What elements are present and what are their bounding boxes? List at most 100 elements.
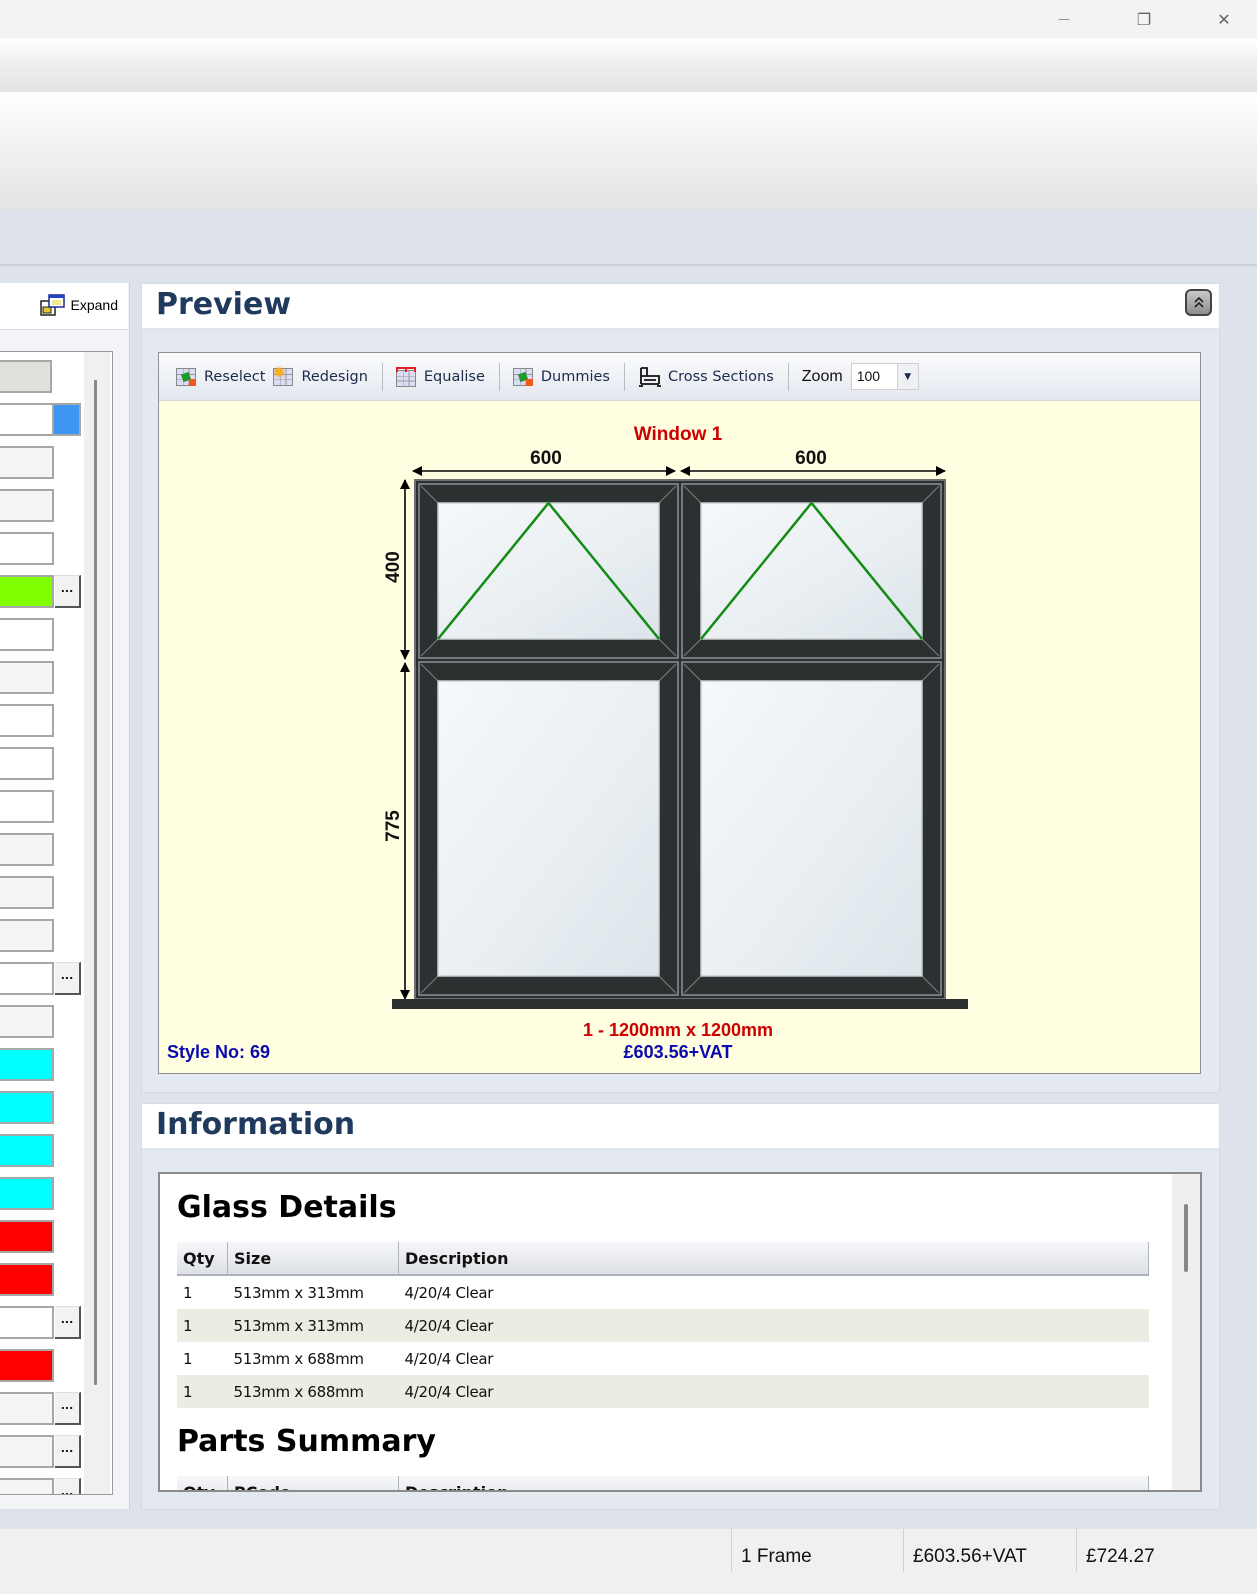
preview-toolbar: Reselect Redesign Equalise Dummies Cross… xyxy=(159,353,1200,401)
option-field[interactable] xyxy=(0,618,54,651)
qty-cell: 1 xyxy=(183,1283,193,1302)
table-row: 1 513mm x 313mm 4/20/4 Clear xyxy=(177,1275,1149,1309)
status-frame-count: 1 Frame xyxy=(731,1529,903,1572)
column-header-description: Description xyxy=(398,1476,1149,1490)
information-content: Glass Details Qty Size Description 1 513m… xyxy=(158,1172,1202,1492)
redesign-button[interactable]: Redesign xyxy=(273,367,368,387)
reselect-button[interactable]: Reselect xyxy=(176,367,265,387)
description-cell: 4/20/4 Clear xyxy=(398,1375,1149,1408)
option-field[interactable] xyxy=(0,1134,54,1167)
glass-pane xyxy=(700,502,923,640)
ribbon-footer xyxy=(0,210,1257,266)
status-bar: 1 Frame £603.56+VAT £724.27 xyxy=(0,1527,1257,1594)
size-cell: 513mm x 313mm xyxy=(227,1309,399,1342)
left-scrollbar-thumb[interactable] xyxy=(94,380,97,1385)
status-net-price: £603.56+VAT xyxy=(903,1529,1076,1572)
expand-window-icon xyxy=(39,294,65,316)
zoom-value[interactable]: 100 xyxy=(852,364,897,389)
size-cell: 513mm x 313mm xyxy=(233,1283,365,1302)
option-field[interactable] xyxy=(0,446,54,479)
option-field[interactable] xyxy=(0,919,54,952)
zoom-dropdown[interactable]: 100 ▼ xyxy=(850,363,919,390)
title-bar: — ❐ ✕ xyxy=(0,0,1257,38)
window-price-label: £603.56+VAT xyxy=(624,1042,733,1062)
options-field-list: .................. xyxy=(0,351,113,1495)
option-field[interactable] xyxy=(0,532,54,565)
option-field[interactable] xyxy=(0,403,54,436)
option-field[interactable] xyxy=(0,1177,54,1210)
left-scrollbar[interactable] xyxy=(84,352,110,1494)
width-dimension-label: 600 xyxy=(530,448,562,469)
minimize-button[interactable]: — xyxy=(1041,0,1087,38)
option-field[interactable] xyxy=(0,747,54,780)
double-chevron-up-icon xyxy=(1193,296,1204,308)
ellipsis-button[interactable]: ... xyxy=(55,575,81,608)
expand-label: Expand xyxy=(70,297,118,313)
ribbon-body xyxy=(0,92,1257,210)
option-field[interactable] xyxy=(0,575,54,608)
option-field[interactable] xyxy=(0,1478,54,1494)
expand-button[interactable]: Expand xyxy=(39,293,118,317)
glass-details-rows: 1 513mm x 313mm 4/20/4 Clear 1 513mm x 313mm… xyxy=(177,1275,1149,1408)
option-field[interactable] xyxy=(0,1048,54,1081)
option-field[interactable] xyxy=(0,1392,54,1425)
information-panel: Information Glass Details Qty Size Descr… xyxy=(141,1103,1220,1510)
option-field[interactable] xyxy=(0,489,54,522)
ellipsis-button[interactable]: ... xyxy=(55,962,81,995)
collapse-preview-button[interactable] xyxy=(1185,289,1212,316)
glass-details-table: Qty Size Description 1 513mm x 313mm 4/20/… xyxy=(177,1242,1149,1408)
size-cell: 513mm x 688mm xyxy=(227,1375,399,1408)
dropdown-arrow-icon[interactable]: ▼ xyxy=(896,364,918,389)
redesign-label: Redesign xyxy=(301,368,368,385)
maximize-button[interactable]: ❐ xyxy=(1121,0,1167,38)
information-scrollbar[interactable] xyxy=(1172,1174,1200,1490)
option-field[interactable] xyxy=(0,1220,54,1253)
dummies-button[interactable]: Dummies xyxy=(512,367,610,387)
equalise-button[interactable]: Equalise xyxy=(395,366,485,387)
option-field[interactable] xyxy=(0,876,54,909)
height-dimension-label: 775 xyxy=(383,810,404,842)
ribbon-tab-strip xyxy=(0,38,1257,91)
option-field[interactable] xyxy=(0,1349,54,1382)
color-swatch[interactable] xyxy=(54,403,81,436)
ellipsis-button[interactable]: ... xyxy=(55,1306,81,1339)
option-field[interactable] xyxy=(0,1263,54,1296)
preview-frame: Reselect Redesign Equalise Dummies Cross… xyxy=(158,352,1201,1074)
dummies-icon xyxy=(512,367,535,387)
ellipsis-button[interactable]: ... xyxy=(55,1478,81,1494)
option-field[interactable] xyxy=(0,1306,54,1339)
option-field[interactable] xyxy=(0,1091,54,1124)
option-field[interactable] xyxy=(0,833,54,866)
option-field[interactable] xyxy=(0,790,54,823)
column-header-description: Description xyxy=(398,1242,1149,1276)
window-frame xyxy=(392,479,968,1009)
cross-sections-button[interactable]: Cross Sections xyxy=(638,366,774,388)
zoom-label: Zoom xyxy=(801,367,843,385)
left-panel-header: Expand xyxy=(0,283,128,330)
dummies-label: Dummies xyxy=(540,368,610,385)
option-field[interactable] xyxy=(0,962,54,995)
close-icon: ✕ xyxy=(1217,9,1231,29)
description-cell: 4/20/4 Clear xyxy=(404,1349,494,1368)
option-field[interactable] xyxy=(0,704,54,737)
style-number-label: Style No: 69 xyxy=(167,1042,270,1062)
option-field[interactable] xyxy=(0,1005,54,1038)
window-drawing: Window 1 600 600 400 775 1 - 1200mm x 12… xyxy=(167,424,968,1062)
cross-sections-label: Cross Sections xyxy=(667,368,774,385)
parts-summary-table: Qty PCode Description xyxy=(177,1476,1149,1490)
option-field[interactable] xyxy=(0,661,54,694)
glass-pane xyxy=(700,680,923,977)
left-options-panel: Expand .................. xyxy=(0,283,130,1509)
ellipsis-button[interactable]: ... xyxy=(55,1435,81,1468)
ellipsis-button[interactable]: ... xyxy=(55,1392,81,1425)
option-field[interactable] xyxy=(0,1435,54,1468)
close-button[interactable]: ✕ xyxy=(1201,0,1247,38)
restore-icon: ❐ xyxy=(1136,9,1152,29)
column-header-size: Size xyxy=(227,1242,399,1276)
option-field[interactable] xyxy=(0,360,52,393)
description-cell: 4/20/4 Clear xyxy=(404,1283,494,1302)
table-row: 1 513mm x 688mm 4/20/4 Clear xyxy=(177,1342,1149,1375)
qty-cell: 1 xyxy=(177,1309,228,1342)
information-scrollbar-thumb[interactable] xyxy=(1184,1204,1188,1272)
reselect-label: Reselect xyxy=(204,368,266,385)
